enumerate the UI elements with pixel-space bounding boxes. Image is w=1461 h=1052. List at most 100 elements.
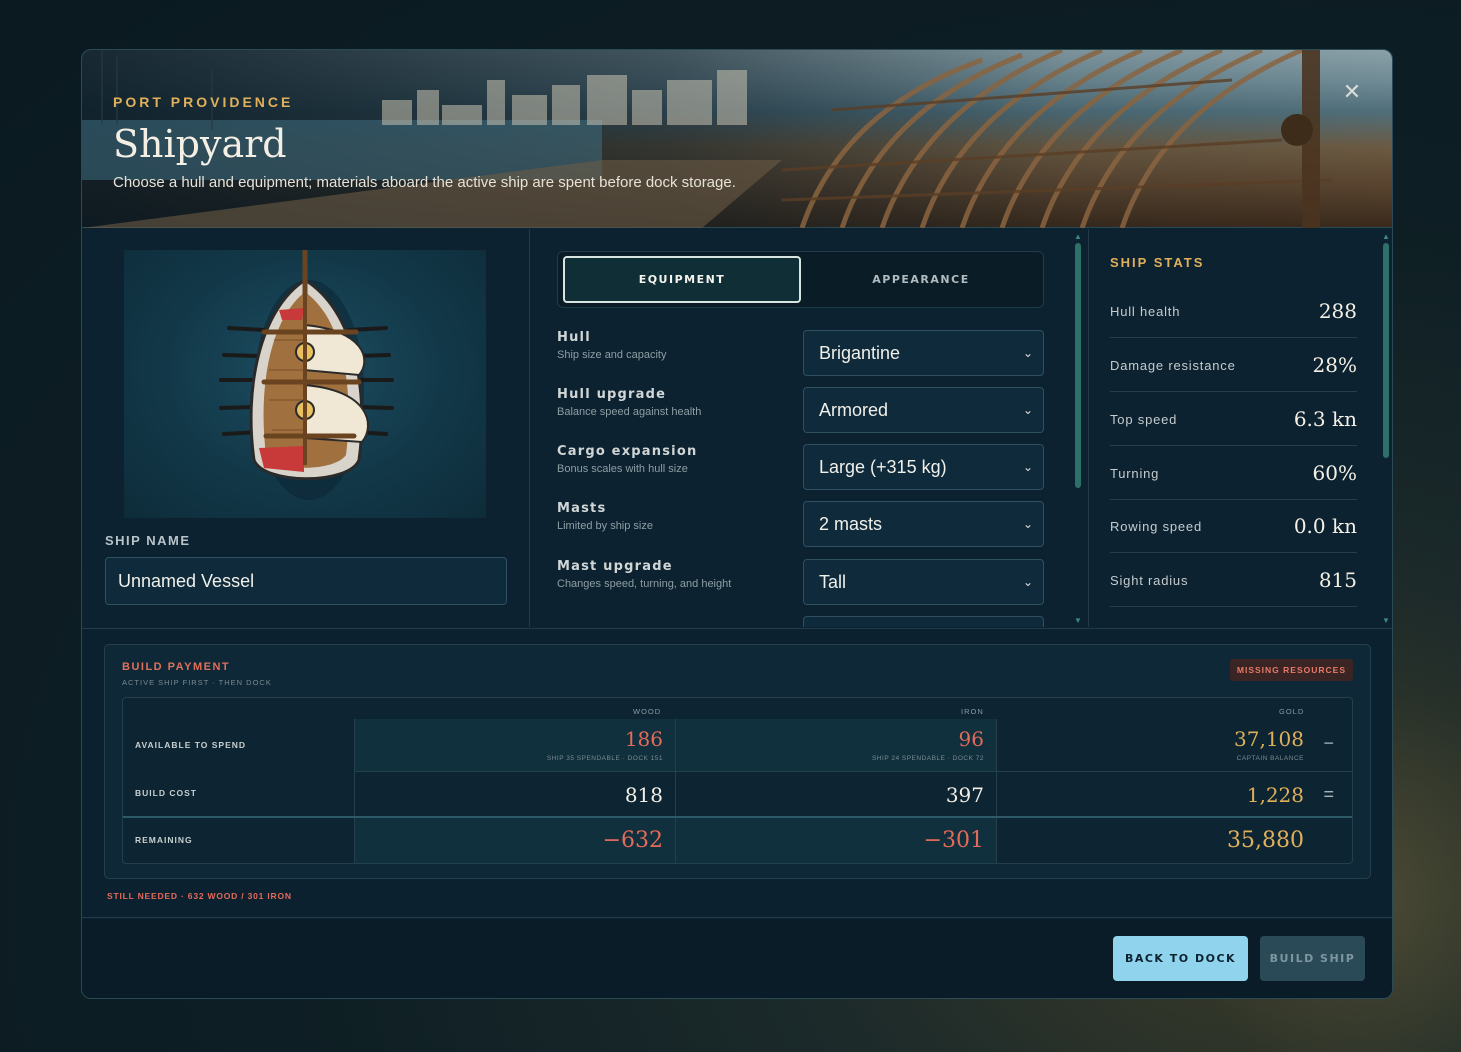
scroll-up-icon[interactable]: ▲ <box>1382 233 1390 241</box>
modal-footer: BACK TO DOCK BUILD SHIP <box>82 919 1392 998</box>
chevron-down-icon: ⌄ <box>1022 403 1033 417</box>
build-payment-section: BUILD PAYMENT ACTIVE SHIP FIRST · THEN D… <box>82 628 1392 918</box>
row-label-available: AVAILABLE TO SPEND <box>135 740 247 750</box>
remaining-iron-value: −301 <box>923 828 984 853</box>
row-label-remaining: REMAINING <box>135 835 193 845</box>
hull-upgrade-select[interactable]: Armored ⌄ <box>803 387 1044 433</box>
stat-label: Hull health <box>1110 304 1181 319</box>
cargo-expansion-select-value: Large (+315 kg) <box>819 457 947 477</box>
scroll-down-icon[interactable]: ▼ <box>1074 617 1082 625</box>
scroll-thumb[interactable] <box>1383 243 1389 458</box>
cell-remaining-iron: −301 <box>675 818 996 863</box>
back-to-dock-button[interactable]: BACK TO DOCK <box>1113 936 1248 981</box>
ship-name-label: SHIP NAME <box>105 533 191 548</box>
stat-label: Rowing speed <box>1110 519 1202 534</box>
column-header-wood: WOOD <box>633 707 662 716</box>
build-payment-card: BUILD PAYMENT ACTIVE SHIP FIRST · THEN D… <box>104 644 1371 879</box>
stat-row: Sight radius 815 <box>1110 554 1357 607</box>
column-header-gold: GOLD <box>1279 707 1305 716</box>
cell-available-wood: 186 SHIP 35 SPENDABLE · DOCK 151 <box>354 719 675 771</box>
stat-value: 60% <box>1312 461 1357 485</box>
available-gold-value: 37,108 <box>1234 727 1304 751</box>
stat-row: Rowing speed 0.0 kn <box>1110 500 1357 553</box>
scroll-up-icon[interactable]: ▲ <box>1074 233 1082 241</box>
hull-select-value: Brigantine <box>819 343 901 363</box>
cell-remaining-wood: −632 <box>354 818 675 863</box>
available-iron-note: SHIP 24 SPENDABLE · DOCK 72 <box>871 755 984 762</box>
stat-value: 288 <box>1318 299 1357 323</box>
next-field-partial <box>557 616 1044 627</box>
ship-preview-image <box>124 250 486 518</box>
header-text: PORT PROVIDENCE Shipyard Choose a hull a… <box>113 94 736 191</box>
stat-label: Sight radius <box>1110 573 1189 588</box>
cell-available-gold: 37,108 CAPTAIN BALANCE − <box>996 719 1352 771</box>
column-header-iron: IRON <box>961 707 984 716</box>
masts-field: Masts Limited by ship size 2 masts ⌄ <box>557 501 1044 547</box>
cost-gold-value: 1,228 <box>1246 783 1304 807</box>
stat-label: Damage resistance <box>1110 358 1236 373</box>
stat-label: Turning <box>1110 466 1160 481</box>
next-select-partial[interactable] <box>803 616 1044 627</box>
row-label-cost: BUILD COST <box>135 788 197 798</box>
stat-row: Turning 60% <box>1110 447 1357 500</box>
mast-upgrade-select-value: Tall <box>819 572 847 592</box>
scroll-down-icon[interactable]: ▼ <box>1382 617 1390 625</box>
remaining-gold-value: 35,880 <box>1227 828 1304 853</box>
mast-upgrade-select[interactable]: Tall ⌄ <box>803 559 1044 605</box>
tab-appearance[interactable]: APPEARANCE <box>802 256 1040 303</box>
shipyard-header: PORT PROVIDENCE Shipyard Choose a hull a… <box>82 50 1392 228</box>
stat-row: Damage resistance 28% <box>1110 339 1357 392</box>
stats-title: SHIP STATS <box>1110 255 1205 270</box>
mast-upgrade-field: Mast upgrade Changes speed, turning, and… <box>557 559 1044 605</box>
masts-select-value: 2 masts <box>819 514 883 534</box>
hull-upgrade-select-value: Armored <box>819 400 889 420</box>
hull-select[interactable]: Brigantine ⌄ <box>803 330 1044 376</box>
available-gold-note: CAPTAIN BALANCE <box>1236 755 1304 762</box>
stats-scrollbar[interactable]: ▲ ▼ <box>1382 233 1390 625</box>
hull-upgrade-field: Hull upgrade Balance speed against healt… <box>557 387 1044 433</box>
stat-value: 0.0 kn <box>1293 514 1357 538</box>
ship-stats-panel: SHIP STATS Hull health 288 Damage resist… <box>1088 229 1384 627</box>
available-wood-value: 186 <box>624 727 663 751</box>
masts-select[interactable]: 2 masts ⌄ <box>803 501 1044 547</box>
cargo-expansion-select[interactable]: Large (+315 kg) ⌄ <box>803 444 1044 490</box>
equals-icon: = <box>1323 784 1334 804</box>
cost-wood-value: 818 <box>624 783 663 807</box>
build-ship-button[interactable]: BUILD SHIP <box>1260 936 1365 981</box>
equipment-tabs: EQUIPMENT APPEARANCE <box>557 251 1044 308</box>
hull-field: Hull Ship size and capacity Brigantine ⌄ <box>557 330 1044 376</box>
minus-icon: − <box>1323 733 1334 753</box>
stat-row: Hull health 288 <box>1110 285 1357 338</box>
cargo-expansion-field: Cargo expansion Bonus scales with hull s… <box>557 444 1044 490</box>
cell-remaining-gold: 35,880 <box>996 818 1352 863</box>
payment-subtitle: ACTIVE SHIP FIRST · THEN DOCK <box>122 678 272 687</box>
equipment-panel: EQUIPMENT APPEARANCE Hull Ship size and … <box>531 229 1067 627</box>
stat-value: 815 <box>1318 568 1357 592</box>
available-iron-value: 96 <box>958 727 984 751</box>
equipment-scrollbar[interactable]: ▲ ▼ <box>1074 233 1082 625</box>
still-needed-text: STILL NEEDED · 632 WOOD / 301 IRON <box>107 891 292 901</box>
missing-resources-badge: MISSING RESOURCES <box>1229 659 1353 681</box>
chevron-down-icon: ⌄ <box>1022 346 1033 360</box>
available-wood-note: SHIP 35 SPENDABLE · DOCK 151 <box>546 755 663 762</box>
stat-value: 6.3 kn <box>1293 407 1357 431</box>
shipyard-modal: PORT PROVIDENCE Shipyard Choose a hull a… <box>81 49 1393 999</box>
cell-available-iron: 96 SHIP 24 SPENDABLE · DOCK 72 <box>675 719 996 771</box>
page-title: Shipyard <box>113 122 287 166</box>
ship-preview-panel: SHIP NAME <box>82 229 530 627</box>
port-name: PORT PROVIDENCE <box>113 94 294 110</box>
chevron-down-icon: ⌄ <box>1022 575 1033 589</box>
stat-row: Top speed 6.3 kn <box>1110 393 1357 446</box>
stat-value: 28% <box>1312 353 1357 377</box>
close-icon[interactable]: ✕ <box>1340 80 1364 104</box>
scroll-thumb[interactable] <box>1075 243 1081 488</box>
remaining-wood-value: −632 <box>602 828 663 853</box>
cost-iron-value: 397 <box>945 783 984 807</box>
stat-label: Top speed <box>1110 412 1178 427</box>
chevron-down-icon: ⌄ <box>1022 460 1033 474</box>
payment-title: BUILD PAYMENT <box>122 661 231 673</box>
tab-equipment[interactable]: EQUIPMENT <box>563 256 801 303</box>
chevron-down-icon: ⌄ <box>1022 517 1033 531</box>
page-subtitle: Choose a hull and equipment; materials a… <box>113 174 736 191</box>
ship-name-input[interactable] <box>105 557 507 605</box>
